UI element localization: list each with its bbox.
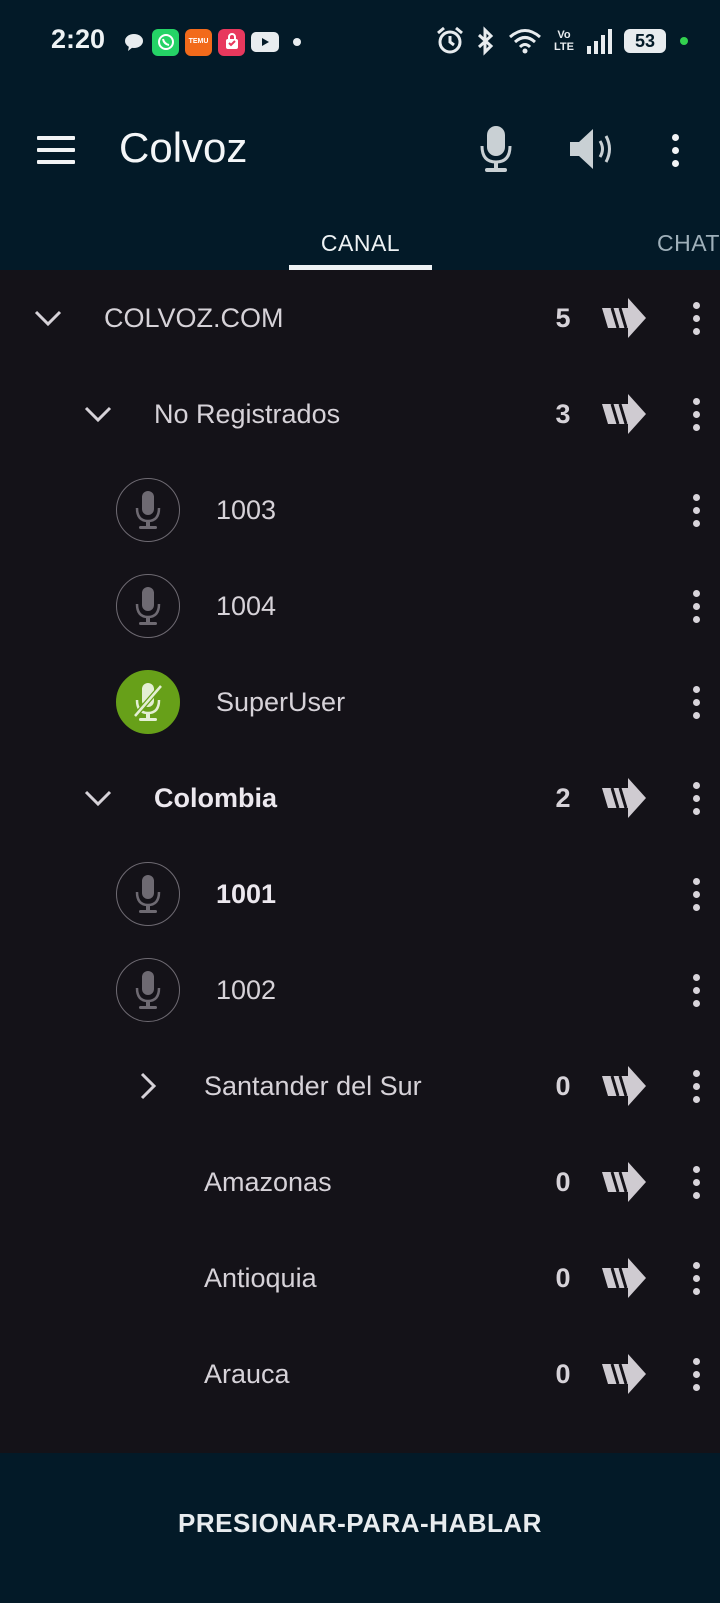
user-count: 0 [555,1167,571,1197]
user-count: 2 [555,783,571,813]
join-channel-icon[interactable] [598,296,650,340]
user-count: 0 [555,1263,571,1293]
microphone-icon [135,491,161,529]
channel-row[interactable]: COLVOZ.COM 5 [0,270,720,366]
bluetooth-icon [477,26,494,56]
microphone-muted-icon [133,683,163,721]
user-count: 3 [555,399,571,429]
tab-chat[interactable]: CHAT [657,230,720,257]
row-more-icon[interactable] [681,584,711,628]
status-time: 2:20 [51,24,106,54]
join-channel-icon[interactable] [598,1160,650,1204]
channel-row[interactable]: No Registrados 3 [0,366,720,462]
temu-icon: TEMU [185,28,212,56]
chat-bubble-icon [122,29,146,56]
microphone-icon [135,587,161,625]
user-row[interactable]: 1001 [0,846,720,942]
channel-row[interactable]: Antioquia 0 [0,1230,720,1326]
tab-canal[interactable]: CANAL [289,230,432,257]
app-bar: Colvoz CANAL CHAT [0,82,720,270]
user-avatar-active [116,670,180,734]
row-more-icon[interactable] [681,776,711,820]
row-more-icon[interactable] [681,488,711,532]
channel-row[interactable]: Santander del Sur 0 [0,1038,720,1134]
chevron-down-icon[interactable] [74,390,122,438]
user-avatar [116,958,180,1022]
more-notifications-dot [293,38,301,46]
notification-icons: TEMU [122,28,301,56]
user-row[interactable]: 1004 [0,558,720,654]
wifi-icon [509,29,541,54]
join-channel-icon[interactable] [598,776,650,820]
row-more-icon[interactable] [681,296,711,340]
user-row[interactable]: SuperUser [0,654,720,750]
microphone-button[interactable] [470,120,522,178]
row-more-icon[interactable] [681,1064,711,1108]
youtube-icon [251,32,279,52]
row-more-icon[interactable] [681,968,711,1012]
channel-row[interactable]: Arauca 0 [0,1326,720,1422]
push-to-talk-button[interactable]: PRESIONAR-PARA-HABLAR [0,1453,720,1603]
battery-indicator: 53 [624,29,666,53]
push-to-talk-label: PRESIONAR-PARA-HABLAR [178,1507,542,1538]
menu-button[interactable] [30,124,82,176]
microphone-icon [135,875,161,913]
microphone-icon [480,126,512,172]
row-more-icon[interactable] [681,872,711,916]
join-channel-icon[interactable] [598,392,650,436]
user-count: 5 [555,303,571,333]
row-more-icon[interactable] [681,1160,711,1204]
microphone-icon [135,971,161,1009]
alarm-icon [437,26,463,54]
speaker-icon [570,129,611,169]
status-bar: 2:20 TEMU Vo LTE 53 [0,0,720,82]
channel-label: Antioquia [204,1263,317,1293]
user-label: 1002 [216,975,277,1005]
whatsapp-icon [152,28,179,56]
channel-label: Amazonas [204,1167,332,1197]
user-avatar [116,574,180,638]
system-icons: Vo LTE 53 [436,24,688,58]
join-channel-icon[interactable] [598,1064,650,1108]
row-more-icon[interactable] [681,1256,711,1300]
user-count: 0 [555,1071,571,1101]
tab-bar: CANAL CHAT [0,222,720,270]
volte-icon: Vo LTE [554,29,574,53]
channel-row[interactable]: Colombia 2 [0,750,720,846]
user-label: 1003 [216,495,277,525]
user-count: 0 [555,1359,571,1389]
row-more-icon[interactable] [681,392,711,436]
channel-label: Santander del Sur [204,1071,422,1101]
shopping-bag-icon [218,28,245,56]
channel-label: COLVOZ.COM [104,303,284,333]
join-channel-icon[interactable] [598,1256,650,1300]
user-label: 1001 [216,879,277,909]
channel-row[interactable]: Amazonas 0 [0,1134,720,1230]
user-row[interactable]: 1002 [0,942,720,1038]
more-vert-icon [671,133,679,141]
user-row[interactable]: 1003 [0,462,720,558]
row-more-icon[interactable] [681,680,711,724]
user-label: SuperUser [216,687,346,717]
channel-label: Colombia [154,783,278,813]
join-channel-icon[interactable] [598,1352,650,1396]
signal-icon [587,29,612,54]
row-more-icon[interactable] [681,1352,711,1396]
hamburger-icon [37,136,75,140]
user-avatar [116,862,180,926]
speaker-button[interactable] [562,120,622,178]
user-avatar [116,478,180,542]
app-title: Colvoz [119,124,248,171]
more-options-button[interactable] [655,122,695,178]
user-label: 1004 [216,591,277,621]
chevron-right-icon[interactable] [124,1062,172,1110]
channel-label: Arauca [204,1359,290,1389]
chevron-down-icon[interactable] [24,294,72,342]
chevron-down-icon[interactable] [74,774,122,822]
channel-label: No Registrados [154,399,341,429]
charging-dot [680,37,688,45]
